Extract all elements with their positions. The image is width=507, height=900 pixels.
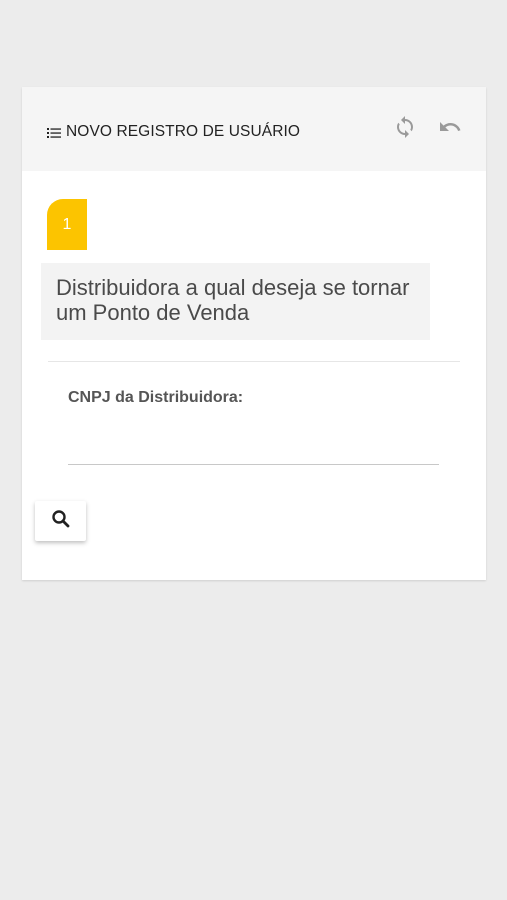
list-icon xyxy=(47,126,61,138)
refresh-icon xyxy=(393,115,417,144)
registration-card: NOVO REGISTRO DE USUÁRIO 1 Distribuidora… xyxy=(22,87,486,580)
cnpj-label: CNPJ da Distribuidora: xyxy=(68,389,244,406)
search-icon xyxy=(51,509,71,534)
divider xyxy=(48,361,460,362)
header-title-group: NOVO REGISTRO DE USUÁRIO xyxy=(47,122,300,142)
undo-icon xyxy=(437,115,463,144)
cnpj-input[interactable] xyxy=(68,427,439,465)
step-number-badge: 1 xyxy=(47,199,87,250)
step-question: Distribuidora a qual deseja se tornar um… xyxy=(41,263,430,340)
undo-button[interactable] xyxy=(433,114,467,144)
page-title: NOVO REGISTRO DE USUÁRIO xyxy=(66,123,301,140)
card-header: NOVO REGISTRO DE USUÁRIO xyxy=(22,87,486,171)
refresh-button[interactable] xyxy=(388,114,422,144)
search-button[interactable] xyxy=(35,501,86,541)
